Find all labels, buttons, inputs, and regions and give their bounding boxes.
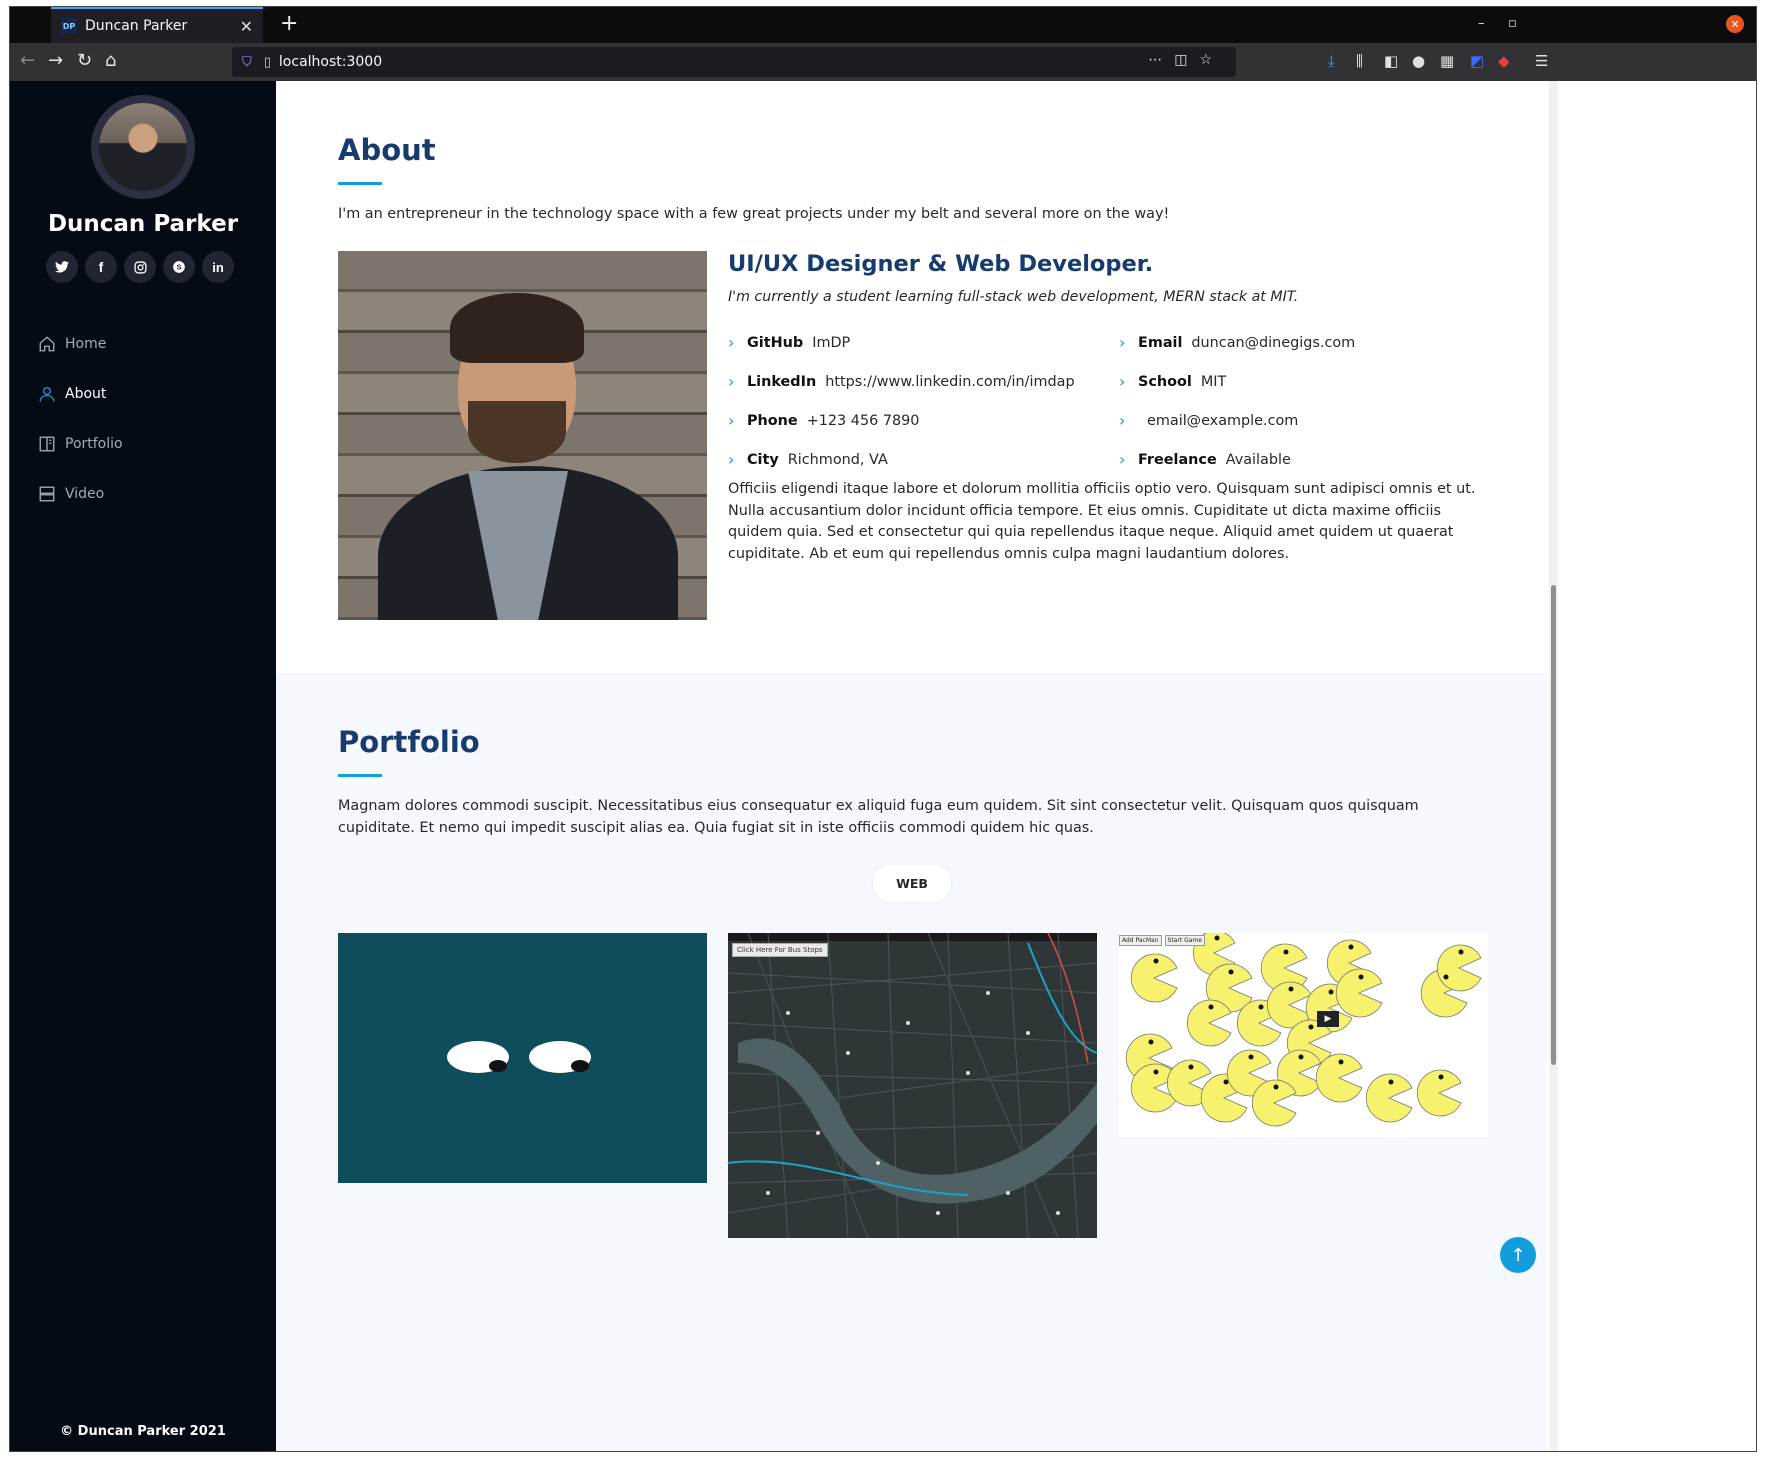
twitter-icon[interactable] bbox=[46, 251, 78, 283]
about-description: Officiis eligendi itaque labore et dolor… bbox=[728, 481, 1476, 562]
browser-tab[interactable]: DP Duncan Parker ✕ bbox=[51, 7, 263, 43]
arrow-up-icon: ↑ bbox=[1510, 1244, 1526, 1266]
nav-label-portfolio: Portfolio bbox=[65, 436, 123, 452]
role-heading: UI/UX Designer & Web Developer. bbox=[728, 251, 1154, 277]
sidebar-nav: Home About Portfolio Video bbox=[38, 319, 123, 519]
chevron-right-icon: › bbox=[1119, 333, 1126, 352]
play-icon[interactable]: ▶ bbox=[1317, 1011, 1339, 1027]
about-title: About bbox=[338, 133, 436, 167]
avatar bbox=[91, 95, 195, 199]
new-tab-icon[interactable]: + bbox=[280, 11, 298, 37]
window-close-icon[interactable]: ✕ bbox=[1726, 15, 1744, 33]
instagram-icon[interactable] bbox=[124, 251, 156, 283]
portfolio-section: Portfolio Magnam dolores commodi suscipi… bbox=[276, 673, 1547, 1451]
facebook-icon[interactable]: f bbox=[85, 251, 117, 283]
map-image bbox=[728, 933, 1097, 1238]
tagline: I'm currently a student learning full-st… bbox=[728, 289, 1299, 305]
facts-right: › Email duncan@dinegigs.com › School MIT › em… bbox=[1119, 323, 1509, 479]
nav-item-video[interactable]: Video bbox=[38, 469, 123, 519]
home-icon bbox=[38, 335, 56, 353]
library-icon[interactable]: ⫼ bbox=[1356, 52, 1363, 70]
portfolio-item-map[interactable]: Click Here For Bus Stops bbox=[728, 933, 1097, 1238]
minimize-icon[interactable]: – bbox=[1478, 16, 1485, 31]
fact-email: › Email duncan@dinegigs.com bbox=[1119, 333, 1356, 352]
scrollbar-thumb[interactable] bbox=[1551, 585, 1556, 1065]
nav-item-about[interactable]: About bbox=[38, 369, 123, 419]
fact-phone: › Phone +123 456 7890 bbox=[728, 411, 920, 430]
start-game-button[interactable]: Start Game bbox=[1164, 935, 1205, 946]
fact-linkedin: › LinkedIn https://www.linkedin.com/in/imd… bbox=[728, 372, 1075, 391]
sidebar-footer: © Duncan Parker 2021 bbox=[60, 1424, 226, 1439]
person-icon bbox=[38, 385, 56, 403]
back-to-top-button[interactable]: ↑ bbox=[1500, 1237, 1536, 1273]
book-icon bbox=[38, 435, 56, 453]
browser-window: DP Duncan Parker ✕ + – ▫ ✕ ← → ↻ ⌂ ⛉ ▯ l… bbox=[9, 6, 1757, 1452]
about-intro: I'm an entrepreneur in the technology sp… bbox=[338, 206, 1170, 222]
portfolio-description: Magnam dolores commodi suscipit. Necessi… bbox=[338, 798, 1419, 836]
about-title-underline bbox=[338, 182, 382, 185]
profile-photo bbox=[338, 251, 707, 620]
portfolio-item-pacman[interactable]: Add PacMan Start Game ▶ bbox=[1119, 933, 1488, 1137]
skype-icon[interactable]: S bbox=[163, 251, 195, 283]
fact-city: › City Richmond, VA bbox=[728, 450, 888, 469]
eye-left bbox=[447, 1041, 509, 1073]
close-tab-icon[interactable]: ✕ bbox=[240, 17, 253, 36]
bus-stops-button[interactable]: Click Here For Bus Stops bbox=[732, 943, 828, 957]
extension-shield-icon[interactable]: ◩ bbox=[1470, 52, 1484, 70]
portfolio-title: Portfolio bbox=[338, 725, 480, 759]
chevron-right-icon: › bbox=[728, 372, 735, 391]
main-content: About I'm an entrepreneur in the technol… bbox=[276, 81, 1547, 1451]
svg-text:S: S bbox=[176, 263, 181, 272]
address-bar[interactable]: ⛉ ▯ localhost:3000 ⋯◫☆ bbox=[232, 47, 1236, 77]
eye-right bbox=[529, 1041, 591, 1073]
portfolio-title-underline bbox=[338, 774, 382, 777]
fact-github: › GitHub ImDP bbox=[728, 333, 851, 352]
chevron-right-icon: › bbox=[728, 333, 735, 352]
extension-d-icon[interactable]: ● bbox=[1412, 52, 1425, 70]
pacman-image bbox=[1125, 933, 1482, 1127]
extension-red-icon[interactable]: ◆ bbox=[1498, 52, 1510, 70]
facts-left: › GitHub ImDP › LinkedIn https://www.linkedi… bbox=[728, 323, 1118, 479]
add-pacman-button[interactable]: Add PacMan bbox=[1119, 935, 1162, 946]
tab-strip: DP Duncan Parker ✕ + – ▫ ✕ bbox=[10, 7, 1756, 43]
chevron-right-icon: › bbox=[728, 411, 735, 430]
filter-web-button[interactable]: WEB bbox=[873, 865, 951, 901]
chevron-right-icon: › bbox=[1119, 450, 1126, 469]
back-icon[interactable]: ← bbox=[20, 50, 35, 72]
download-icon[interactable]: ⤓ bbox=[1328, 52, 1335, 70]
nav-label-video: Video bbox=[65, 486, 105, 502]
chevron-right-icon: › bbox=[728, 450, 735, 469]
nav-item-home[interactable]: Home bbox=[38, 319, 123, 369]
tracking-shield-icon[interactable]: ⛉ bbox=[242, 55, 252, 70]
fact-school: › School MIT bbox=[1119, 372, 1227, 391]
forward-icon[interactable]: → bbox=[48, 50, 63, 72]
nav-label-home: Home bbox=[65, 336, 107, 352]
linkedin-icon[interactable]: in bbox=[202, 251, 234, 283]
nav-item-portfolio[interactable]: Portfolio bbox=[38, 419, 123, 469]
favicon-icon: DP bbox=[61, 18, 77, 34]
reload-icon[interactable]: ↻ bbox=[77, 50, 92, 72]
sidebar: Duncan Parker f S in Home About Portfoli… bbox=[10, 81, 276, 1451]
pacman-controls: Add PacMan Start Game bbox=[1119, 935, 1205, 946]
extension-grid-icon[interactable]: ▦ bbox=[1440, 52, 1454, 70]
sidebar-name: Duncan Parker bbox=[47, 211, 239, 237]
url-text[interactable]: localhost:3000 bbox=[279, 54, 382, 70]
server-icon bbox=[38, 485, 56, 503]
nav-label-about: About bbox=[65, 386, 107, 402]
fact-email-2: › email@example.com bbox=[1119, 411, 1299, 430]
menu-icon[interactable]: ☰ bbox=[1535, 52, 1548, 70]
about-section: About I'm an entrepreneur in the technol… bbox=[276, 81, 1547, 673]
chevron-right-icon: › bbox=[1119, 411, 1126, 430]
chevron-right-icon: › bbox=[1119, 372, 1126, 391]
page-actions-icon[interactable]: ⋯◫☆ bbox=[1148, 52, 1224, 68]
maximize-icon[interactable]: ▫ bbox=[1508, 16, 1517, 31]
sidebar-toggle-icon[interactable]: ◧ bbox=[1384, 52, 1398, 70]
fact-freelance: › Freelance Available bbox=[1119, 450, 1291, 469]
navigation-toolbar: ← → ↻ ⌂ ⛉ ▯ localhost:3000 ⋯◫☆ ⤓ ⫼ ◧ ● ▦… bbox=[10, 43, 1756, 81]
tab-title: Duncan Parker bbox=[85, 18, 188, 34]
social-links: f S in bbox=[46, 251, 234, 283]
home-button-icon[interactable]: ⌂ bbox=[105, 50, 116, 72]
portfolio-item-eyes[interactable] bbox=[338, 933, 707, 1183]
page-info-icon[interactable]: ▯ bbox=[264, 55, 271, 70]
